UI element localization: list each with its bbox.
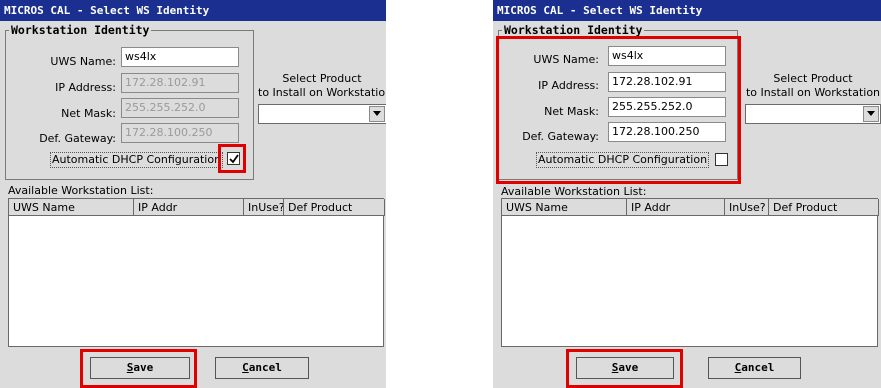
dhcp-label: Automatic DHCP Configuration bbox=[536, 152, 710, 168]
dropdown-arrow[interactable] bbox=[369, 106, 385, 122]
col-uws-name[interactable]: UWS Name bbox=[9, 199, 134, 216]
workstation-list-title: Available Workstation List: bbox=[501, 185, 647, 198]
group-label: Workstation Identity bbox=[502, 23, 645, 37]
dialog-title: MICROS CAL - Select WS Identity bbox=[493, 0, 881, 21]
workstation-list-title: Available Workstation List: bbox=[8, 184, 154, 197]
save-label: ave bbox=[133, 361, 154, 374]
uws-name-field[interactable]: ws4lx bbox=[608, 46, 726, 66]
gateway-label: Def. Gateway: bbox=[522, 130, 599, 143]
net-mask-label: Net Mask: bbox=[544, 105, 599, 118]
cancel-label: ancel bbox=[741, 361, 775, 374]
save-label: ave bbox=[618, 361, 639, 374]
col-ip-addr[interactable]: IP Addr bbox=[134, 199, 244, 216]
select-product-label-2: to Install on Workstation bbox=[745, 86, 881, 99]
select-product-label-2: to Install on Workstation bbox=[258, 86, 386, 99]
col-inuse[interactable]: InUse? bbox=[725, 199, 769, 216]
gateway-field[interactable]: 172.28.100.250 bbox=[608, 122, 726, 142]
gateway-label: Def. Gateway: bbox=[39, 132, 116, 145]
dhcp-label: Automatic DHCP Configuration bbox=[50, 152, 224, 168]
save-button[interactable]: Save bbox=[576, 357, 674, 379]
select-product-label-1: Select Product bbox=[282, 72, 362, 85]
group-label: Workstation Identity bbox=[9, 23, 152, 37]
col-inuse[interactable]: InUse? bbox=[244, 199, 284, 216]
right-dialog: MICROS CAL - Select WS Identity Workstat… bbox=[493, 0, 881, 388]
dropdown-arrow[interactable] bbox=[863, 106, 879, 122]
dhcp-checkbox[interactable] bbox=[715, 153, 728, 166]
cancel-button[interactable]: Cancel bbox=[215, 357, 309, 379]
col-def-product[interactable]: Def Product bbox=[284, 199, 385, 216]
product-dropdown[interactable] bbox=[258, 104, 386, 124]
dialog-title: MICROS CAL - Select WS Identity bbox=[0, 0, 386, 21]
chevron-down-icon bbox=[867, 111, 875, 116]
net-mask-field[interactable]: 255.255.252.0 bbox=[608, 97, 726, 117]
product-dropdown[interactable] bbox=[745, 104, 881, 124]
uws-name-label: UWS Name: bbox=[50, 55, 116, 68]
ip-address-field[interactable]: 172.28.102.91 bbox=[608, 72, 726, 92]
gateway-field[interactable]: 172.28.100.250 bbox=[121, 123, 239, 143]
cancel-button[interactable]: Cancel bbox=[708, 357, 801, 379]
uws-name-label: UWS Name: bbox=[533, 53, 599, 66]
net-mask-field[interactable]: 255.255.252.0 bbox=[121, 98, 239, 118]
ip-address-label: IP Address: bbox=[55, 81, 116, 94]
cancel-accelerator: C bbox=[242, 361, 249, 374]
net-mask-label: Net Mask: bbox=[61, 107, 116, 120]
col-def-product[interactable]: Def Product bbox=[769, 199, 879, 216]
col-ip-addr[interactable]: IP Addr bbox=[627, 199, 725, 216]
dhcp-checkbox[interactable] bbox=[227, 152, 240, 165]
save-button[interactable]: Save bbox=[90, 357, 190, 379]
ip-address-field[interactable]: 172.28.102.91 bbox=[121, 73, 239, 93]
uws-name-field[interactable]: ws4lx bbox=[121, 47, 239, 67]
check-icon bbox=[229, 154, 239, 164]
left-dialog: MICROS CAL - Select WS Identity Workstat… bbox=[0, 0, 386, 388]
cancel-label: ancel bbox=[248, 361, 282, 374]
ip-address-label: IP Address: bbox=[538, 79, 599, 92]
col-uws-name[interactable]: UWS Name bbox=[502, 199, 627, 216]
chevron-down-icon bbox=[373, 111, 381, 116]
workstation-list[interactable]: UWS Name IP Addr InUse? Def Product bbox=[501, 198, 879, 347]
select-product-label-1: Select Product bbox=[773, 72, 853, 85]
workstation-list[interactable]: UWS Name IP Addr InUse? Def Product bbox=[8, 198, 385, 347]
